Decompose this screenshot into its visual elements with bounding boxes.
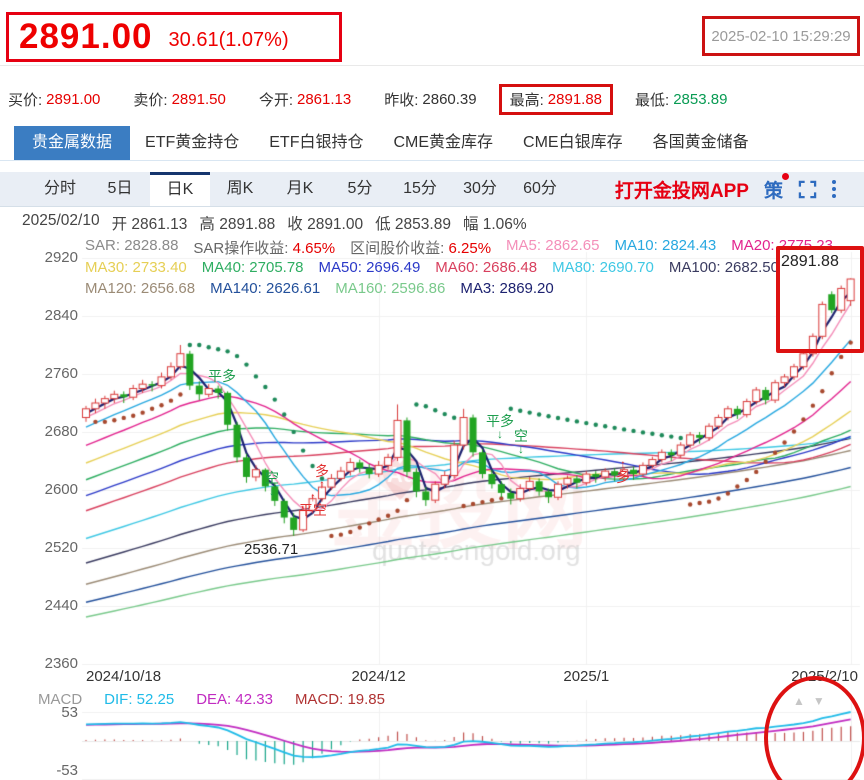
gold-quote-page: 2891.00 30.61(1.07%) 2025-02-10 15:29:29… — [0, 0, 864, 780]
y-axis-tick: 2920 — [44, 249, 78, 266]
period-bar: 分时 5日 日K 周K 月K 5分 15分 30分 60分 打开金投网APP 策 — [0, 172, 864, 207]
indicator-MA100: MA100: 2682.50 — [668, 259, 779, 276]
trade-marker-平多: 平多 ↓ — [208, 368, 236, 396]
period-tab-日K[interactable]: 日K — [150, 172, 210, 206]
quote-item-买价: 买价: 2891.00 — [8, 90, 101, 109]
open-app-link[interactable]: 打开金投网APP — [615, 176, 749, 203]
y-axis-tick: 2360 — [44, 655, 78, 672]
price-change: 30.61(1.07%) — [168, 28, 289, 51]
indicator-SAR: SAR: 2828.88 — [85, 237, 179, 254]
trade-marker-多: ↑ 多 — [616, 457, 630, 485]
ohlc-part: 低 2853.89 — [375, 216, 451, 233]
quote-item-昨收: 昨收: 2860.39 — [384, 90, 477, 109]
indicator-MA30: MA30: 2733.40 — [85, 259, 187, 276]
indicator-MA120: MA120: 2656.68 — [85, 280, 196, 297]
fullscreen-icon[interactable] — [798, 180, 817, 199]
more-menu-icon[interactable] — [832, 180, 836, 198]
trade-marker-空: 空 ↓ — [514, 428, 528, 456]
ohlc-part: 2025/02/10 — [22, 212, 100, 229]
section-tab-ETF白银持仓[interactable]: ETF白银持仓 — [254, 126, 378, 160]
price-highlight-box: 2891.00 30.61(1.07%) — [6, 12, 342, 62]
indicator-区间股价收益: 区间股价收益: 6.25% — [350, 240, 492, 257]
period-tab-分时[interactable]: 分时 — [30, 172, 90, 206]
section-tab-各国黄金储备[interactable]: 各国黄金储备 — [638, 126, 764, 160]
period-tab-5日[interactable]: 5日 — [90, 172, 150, 206]
indicator-MA140: MA140: 2626.61 — [210, 280, 321, 297]
y-axis-tick: 2760 — [44, 365, 78, 382]
period-tab-周K[interactable]: 周K — [210, 172, 270, 206]
period-tab-5分[interactable]: 5分 — [330, 172, 390, 206]
quote-item-卖价: 卖价: 2891.50 — [133, 90, 226, 109]
section-tab-贵金属数据[interactable]: 贵金属数据 — [14, 126, 131, 160]
y-axis-tick: 2600 — [44, 481, 78, 498]
strategy-icon[interactable]: 策 — [764, 172, 789, 203]
period-bar-right: 打开金投网APP 策 — [615, 172, 836, 206]
y-axis-tick: 2520 — [44, 539, 78, 556]
indicator-MA10: MA10: 2824.43 — [614, 237, 717, 254]
period-tab-月K[interactable]: 月K — [270, 172, 330, 206]
indicator-MA80: MA80: 2690.70 — [552, 259, 654, 276]
x-axis-tick: 2025/1 — [563, 668, 610, 685]
y-axis-tick: 2840 — [44, 307, 78, 324]
trade-marker-空: 空 ↓ — [265, 470, 279, 498]
current-price: 2891.00 — [19, 17, 153, 56]
x-axis-tick: 2024/10/18 — [86, 668, 162, 685]
section-tabs: 贵金属数据 ETF黄金持仓 ETF白银持仓 CME黄金库存 CME白银库存 各国黄金储备 — [14, 126, 764, 160]
timestamp-highlight-box: 2025-02-10 15:29:29 — [702, 16, 860, 56]
ohlc-part: 幅 1.06% — [462, 216, 527, 233]
indicator-MA5: MA5: 2862.65 — [506, 237, 600, 254]
period-tab-15分[interactable]: 15分 — [390, 172, 450, 206]
indicator-MA60: MA60: 2686.48 — [435, 259, 538, 276]
ohlc-part: 高 2891.88 — [199, 216, 276, 233]
trade-marker-平空: ↑ 平空 — [299, 490, 327, 518]
indicator-MA40: MA40: 2705.78 — [201, 259, 304, 276]
quote-row: 买价: 2891.00 卖价: 2891.50 今开: 2861.13 昨收: 286… — [8, 83, 760, 115]
trade-marker-多: 多 ↑ — [315, 463, 329, 491]
section-tab-CME黄金库存[interactable]: CME黄金库存 — [378, 126, 508, 160]
y-axis-tick: 2680 — [44, 423, 78, 440]
period-tab-60分[interactable]: 60分 — [510, 172, 570, 206]
quote-timestamp: 2025-02-10 15:29:29 — [711, 27, 851, 45]
quote-item-今开: 今开: 2861.13 — [258, 90, 352, 109]
trade-marker-平多: 平多 ↓ — [486, 413, 514, 441]
macd-legend-MACD: MACD: 19.85 — [294, 691, 385, 708]
x-axis-tick: 2025/2/10 — [791, 668, 858, 685]
indicator-MA3: MA3: 2869.20 — [460, 280, 554, 297]
kline-chart-canvas[interactable] — [0, 0, 864, 780]
indicator-MA50: MA50: 2696.49 — [318, 259, 421, 276]
quote-item-最低: 最低: 2853.89 — [635, 90, 728, 109]
macd-header: MACD DIF: 52.25 DEA: 42.33 MACD: 19.85 — [38, 691, 407, 708]
ohlc-summary-row: 2025/02/10 开 2861.13 高 2891.88 收 2891.00 低 2… — [22, 212, 539, 234]
notification-dot — [782, 172, 789, 180]
section-tab-ETF黄金持仓[interactable]: ETF黄金持仓 — [130, 126, 254, 160]
ohlc-part: 收 2891.00 — [287, 216, 364, 233]
high-point-label: 2891.88 — [781, 253, 839, 270]
low-point-label: 2536.71 — [244, 541, 299, 558]
section-tab-CME白银库存[interactable]: CME白银库存 — [508, 126, 638, 160]
indicator-row-2: MA30: 2733.40 MA40: 2705.78 MA50: 2696.49 M… — [85, 259, 794, 276]
indicator-row-1: SAR: 2828.88 SAR操作收益: 4.65% 区间股价收益: 6.25% M… — [85, 237, 848, 258]
ohlc-part: 开 2861.13 — [111, 216, 188, 233]
x-axis-tick: 2024/12 — [351, 668, 406, 685]
macd-ytick-neg: -53 — [56, 762, 78, 779]
indicator-MA160: MA160: 2596.86 — [335, 280, 446, 297]
macd-legend-DEA: DEA: 42.33 — [196, 691, 273, 708]
macd-legend-DIF: DIF: 52.25 — [104, 691, 175, 708]
y-axis-tick: 2440 — [44, 597, 78, 614]
indicator-SAR操作收益: SAR操作收益: 4.65% — [193, 240, 336, 257]
macd-legend-MACD: MACD — [38, 691, 83, 708]
period-tabs: 分时 5日 日K 周K 月K 5分 15分 30分 60分 — [30, 172, 570, 206]
quote-item-最高: 最高: 2891.88 — [498, 83, 614, 115]
period-tab-30分[interactable]: 30分 — [450, 172, 510, 206]
macd-zoom-arrows[interactable]: ▲▼ — [793, 694, 833, 708]
indicator-row-3: MA120: 2656.68 MA140: 2626.61 MA160: 2596.… — [85, 280, 569, 297]
